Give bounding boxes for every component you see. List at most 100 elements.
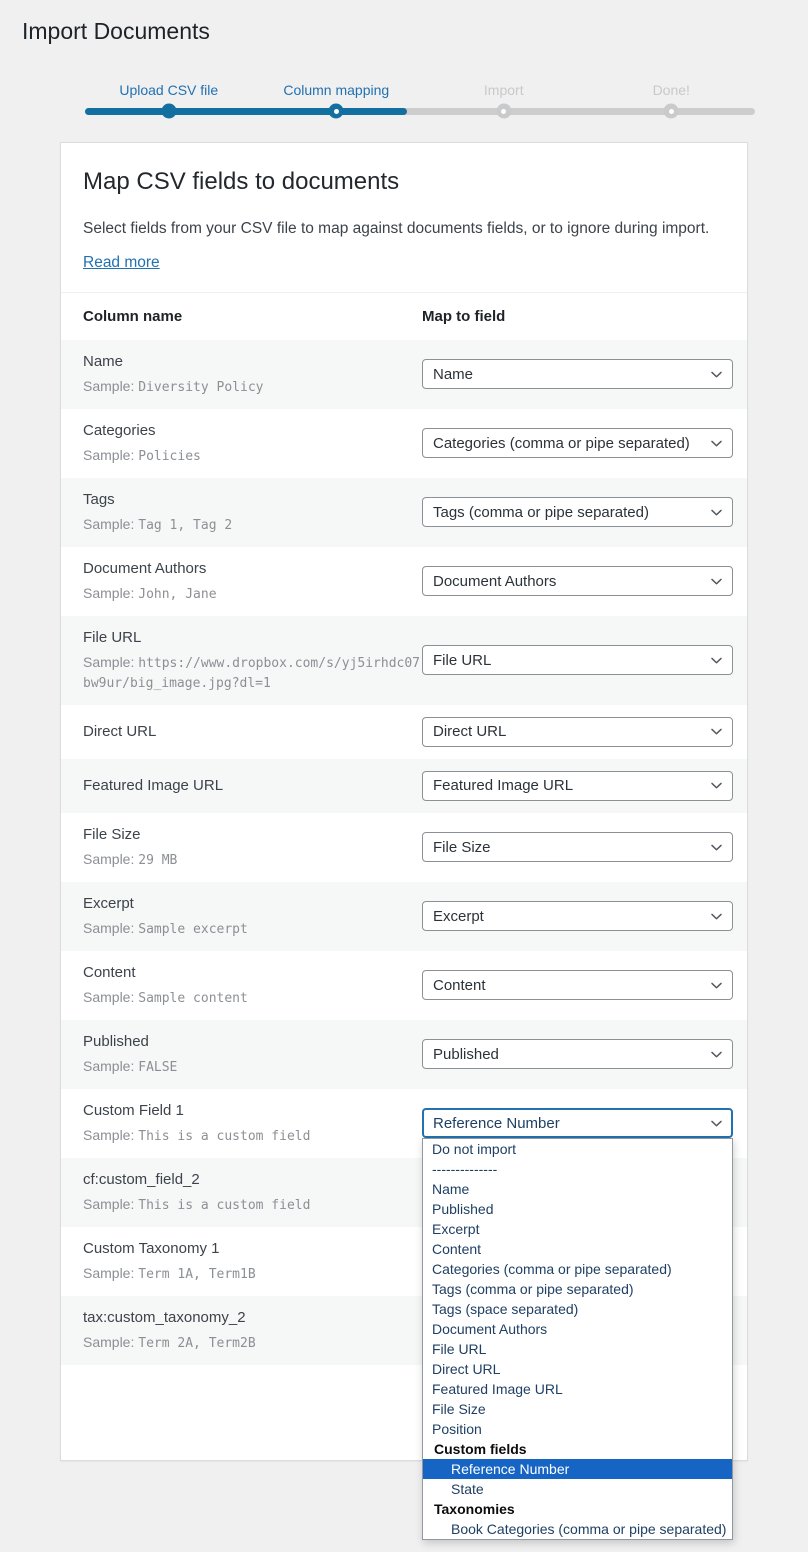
sample-text: Sample content bbox=[138, 991, 248, 1006]
map-to-field-header: Map to field bbox=[422, 308, 733, 325]
map-field-dropdown: Do not import--------------NamePublished… bbox=[422, 1138, 733, 1540]
sample-prefix: Sample: bbox=[83, 1058, 134, 1074]
step-dot-4 bbox=[664, 104, 679, 119]
dropdown-option[interactable]: Reference Number bbox=[423, 1459, 732, 1479]
dropdown-option[interactable]: State bbox=[423, 1479, 732, 1499]
dropdown-option[interactable]: Tags (comma or pipe separated) bbox=[423, 1279, 732, 1299]
table-row: File Size Sample: 29 MB File Size bbox=[61, 813, 747, 882]
table-row: Direct URLDirect URL bbox=[61, 705, 747, 759]
chevron-down-icon bbox=[709, 724, 724, 739]
map-to-field-select[interactable]: File URL bbox=[422, 645, 733, 675]
dropdown-option[interactable]: Direct URL bbox=[423, 1359, 732, 1379]
sample-prefix: Sample: bbox=[83, 654, 134, 670]
map-to-field-select[interactable]: Featured Image URL bbox=[422, 771, 733, 801]
column-name-label: Published bbox=[83, 1032, 422, 1052]
select-wrap: Document Authors bbox=[422, 566, 733, 596]
dropdown-option[interactable]: File URL bbox=[423, 1339, 732, 1359]
chevron-down-icon bbox=[709, 1116, 724, 1131]
column-name-header: Column name bbox=[83, 308, 422, 325]
map-to-field-select[interactable]: Tags (comma or pipe separated) bbox=[422, 497, 733, 527]
column-name-label: Content bbox=[83, 963, 422, 983]
dropdown-group-label: Taxonomies bbox=[423, 1499, 732, 1519]
progress-stepper: Upload CSV fileColumn mappingImportDone! bbox=[85, 81, 755, 115]
map-to-field-select[interactable]: Excerpt bbox=[422, 901, 733, 931]
dropdown-option[interactable]: Position bbox=[423, 1419, 732, 1439]
map-to-field-select[interactable]: Document Authors bbox=[422, 566, 733, 596]
map-to-field-cell: Reference NumberDo not import-----------… bbox=[422, 1108, 733, 1138]
table-row: File URL Sample: https://www.dropbox.com/… bbox=[61, 616, 747, 705]
sample-value: Sample: Tag 1, Tag 2 bbox=[83, 515, 422, 535]
selected-option-label: Featured Image URL bbox=[433, 777, 573, 794]
column-name-cell: Custom Field 1Sample: This is a custom f… bbox=[83, 1101, 422, 1146]
sample-text: This is a custom field bbox=[138, 1129, 310, 1144]
sample-value: Sample: Policies bbox=[83, 446, 422, 466]
sample-text: John, Jane bbox=[138, 587, 216, 602]
dropdown-option[interactable]: Featured Image URL bbox=[423, 1379, 732, 1399]
sample-value: Sample: https://www.dropbox.com/s/yj5irh… bbox=[83, 653, 422, 693]
chevron-down-icon bbox=[709, 653, 724, 668]
step-dot-1 bbox=[161, 104, 176, 119]
sample-prefix: Sample: bbox=[83, 516, 134, 532]
dropdown-option[interactable]: Tags (space separated) bbox=[423, 1299, 732, 1319]
dropdown-option[interactable]: Document Authors bbox=[423, 1319, 732, 1339]
sample-text: https://www.dropbox.com/s/yj5irhdc07bw9u… bbox=[83, 656, 420, 691]
map-to-field-select[interactable]: Categories (comma or pipe separated) bbox=[422, 428, 733, 458]
sample-text: Term 1A, Term1B bbox=[138, 1267, 255, 1282]
map-to-field-select[interactable]: Published bbox=[422, 1039, 733, 1069]
sample-value: Sample: This is a custom field bbox=[83, 1195, 422, 1215]
map-to-field-select[interactable]: File Size bbox=[422, 832, 733, 862]
sample-prefix: Sample: bbox=[83, 920, 134, 936]
sample-text: 29 MB bbox=[138, 853, 177, 868]
table-row: NameSample: Diversity PolicyName bbox=[61, 340, 747, 409]
sample-text: Policies bbox=[138, 449, 201, 464]
map-to-field-select[interactable]: Direct URL bbox=[422, 717, 733, 747]
dropdown-option[interactable]: File Size bbox=[423, 1399, 732, 1419]
selected-option-label: Name bbox=[433, 366, 473, 383]
column-name-cell: ContentSample: Sample content bbox=[83, 963, 422, 1008]
mapping-rows: NameSample: Diversity PolicyName Categori… bbox=[61, 340, 747, 1365]
map-to-field-cell: File URL bbox=[422, 645, 733, 675]
dropdown-option[interactable]: Name bbox=[423, 1179, 732, 1199]
dropdown-option[interactable]: Do not import bbox=[423, 1139, 732, 1159]
chevron-down-icon bbox=[709, 1047, 724, 1062]
map-to-field-select[interactable]: Name bbox=[422, 359, 733, 389]
chevron-down-icon bbox=[709, 778, 724, 793]
sample-prefix: Sample: bbox=[83, 851, 134, 867]
sample-prefix: Sample: bbox=[83, 1127, 134, 1143]
table-header-row: Column name Map to field bbox=[61, 292, 747, 340]
dropdown-option[interactable]: -------------- bbox=[423, 1159, 732, 1179]
sample-text: FALSE bbox=[138, 1060, 177, 1075]
chevron-down-icon bbox=[709, 840, 724, 855]
dropdown-option[interactable]: Categories (comma or pipe separated) bbox=[423, 1259, 732, 1279]
column-name-label: File Size bbox=[83, 825, 422, 845]
dropdown-group-label: Custom fields bbox=[423, 1439, 732, 1459]
select-wrap: Published bbox=[422, 1039, 733, 1069]
map-to-field-select[interactable]: Content bbox=[422, 970, 733, 1000]
sample-value: Sample: This is a custom field bbox=[83, 1126, 422, 1146]
dropdown-option[interactable]: Content bbox=[423, 1239, 732, 1259]
dropdown-option[interactable]: Published bbox=[423, 1199, 732, 1219]
column-name-label: Featured Image URL bbox=[83, 776, 422, 796]
dropdown-option[interactable]: Excerpt bbox=[423, 1219, 732, 1239]
map-to-field-select[interactable]: Reference Number bbox=[422, 1108, 733, 1138]
dropdown-option[interactable]: Book Categories (comma or pipe separated… bbox=[423, 1519, 732, 1539]
selected-option-label: File Size bbox=[433, 839, 491, 856]
select-wrap: Excerpt bbox=[422, 901, 733, 931]
map-to-field-cell: Direct URL bbox=[422, 717, 733, 747]
step-label-2: Column mapping bbox=[253, 81, 421, 99]
select-wrap: File Size bbox=[422, 832, 733, 862]
select-wrap: Reference NumberDo not import-----------… bbox=[422, 1108, 733, 1138]
column-name-cell: Published Sample: FALSE bbox=[83, 1032, 422, 1077]
read-more-link[interactable]: Read more bbox=[83, 254, 160, 271]
step-label-4: Done! bbox=[588, 81, 756, 99]
selected-option-label: File URL bbox=[433, 652, 491, 669]
column-name-label: Name bbox=[83, 352, 422, 372]
sample-prefix: Sample: bbox=[83, 585, 134, 601]
select-wrap: File URL bbox=[422, 645, 733, 675]
chevron-down-icon bbox=[709, 367, 724, 382]
column-name-label: Custom Taxonomy 1 bbox=[83, 1239, 422, 1259]
chevron-down-icon bbox=[709, 574, 724, 589]
column-name-label: File URL bbox=[83, 628, 422, 648]
chevron-down-icon bbox=[709, 978, 724, 993]
table-row: ContentSample: Sample contentContent bbox=[61, 951, 747, 1020]
